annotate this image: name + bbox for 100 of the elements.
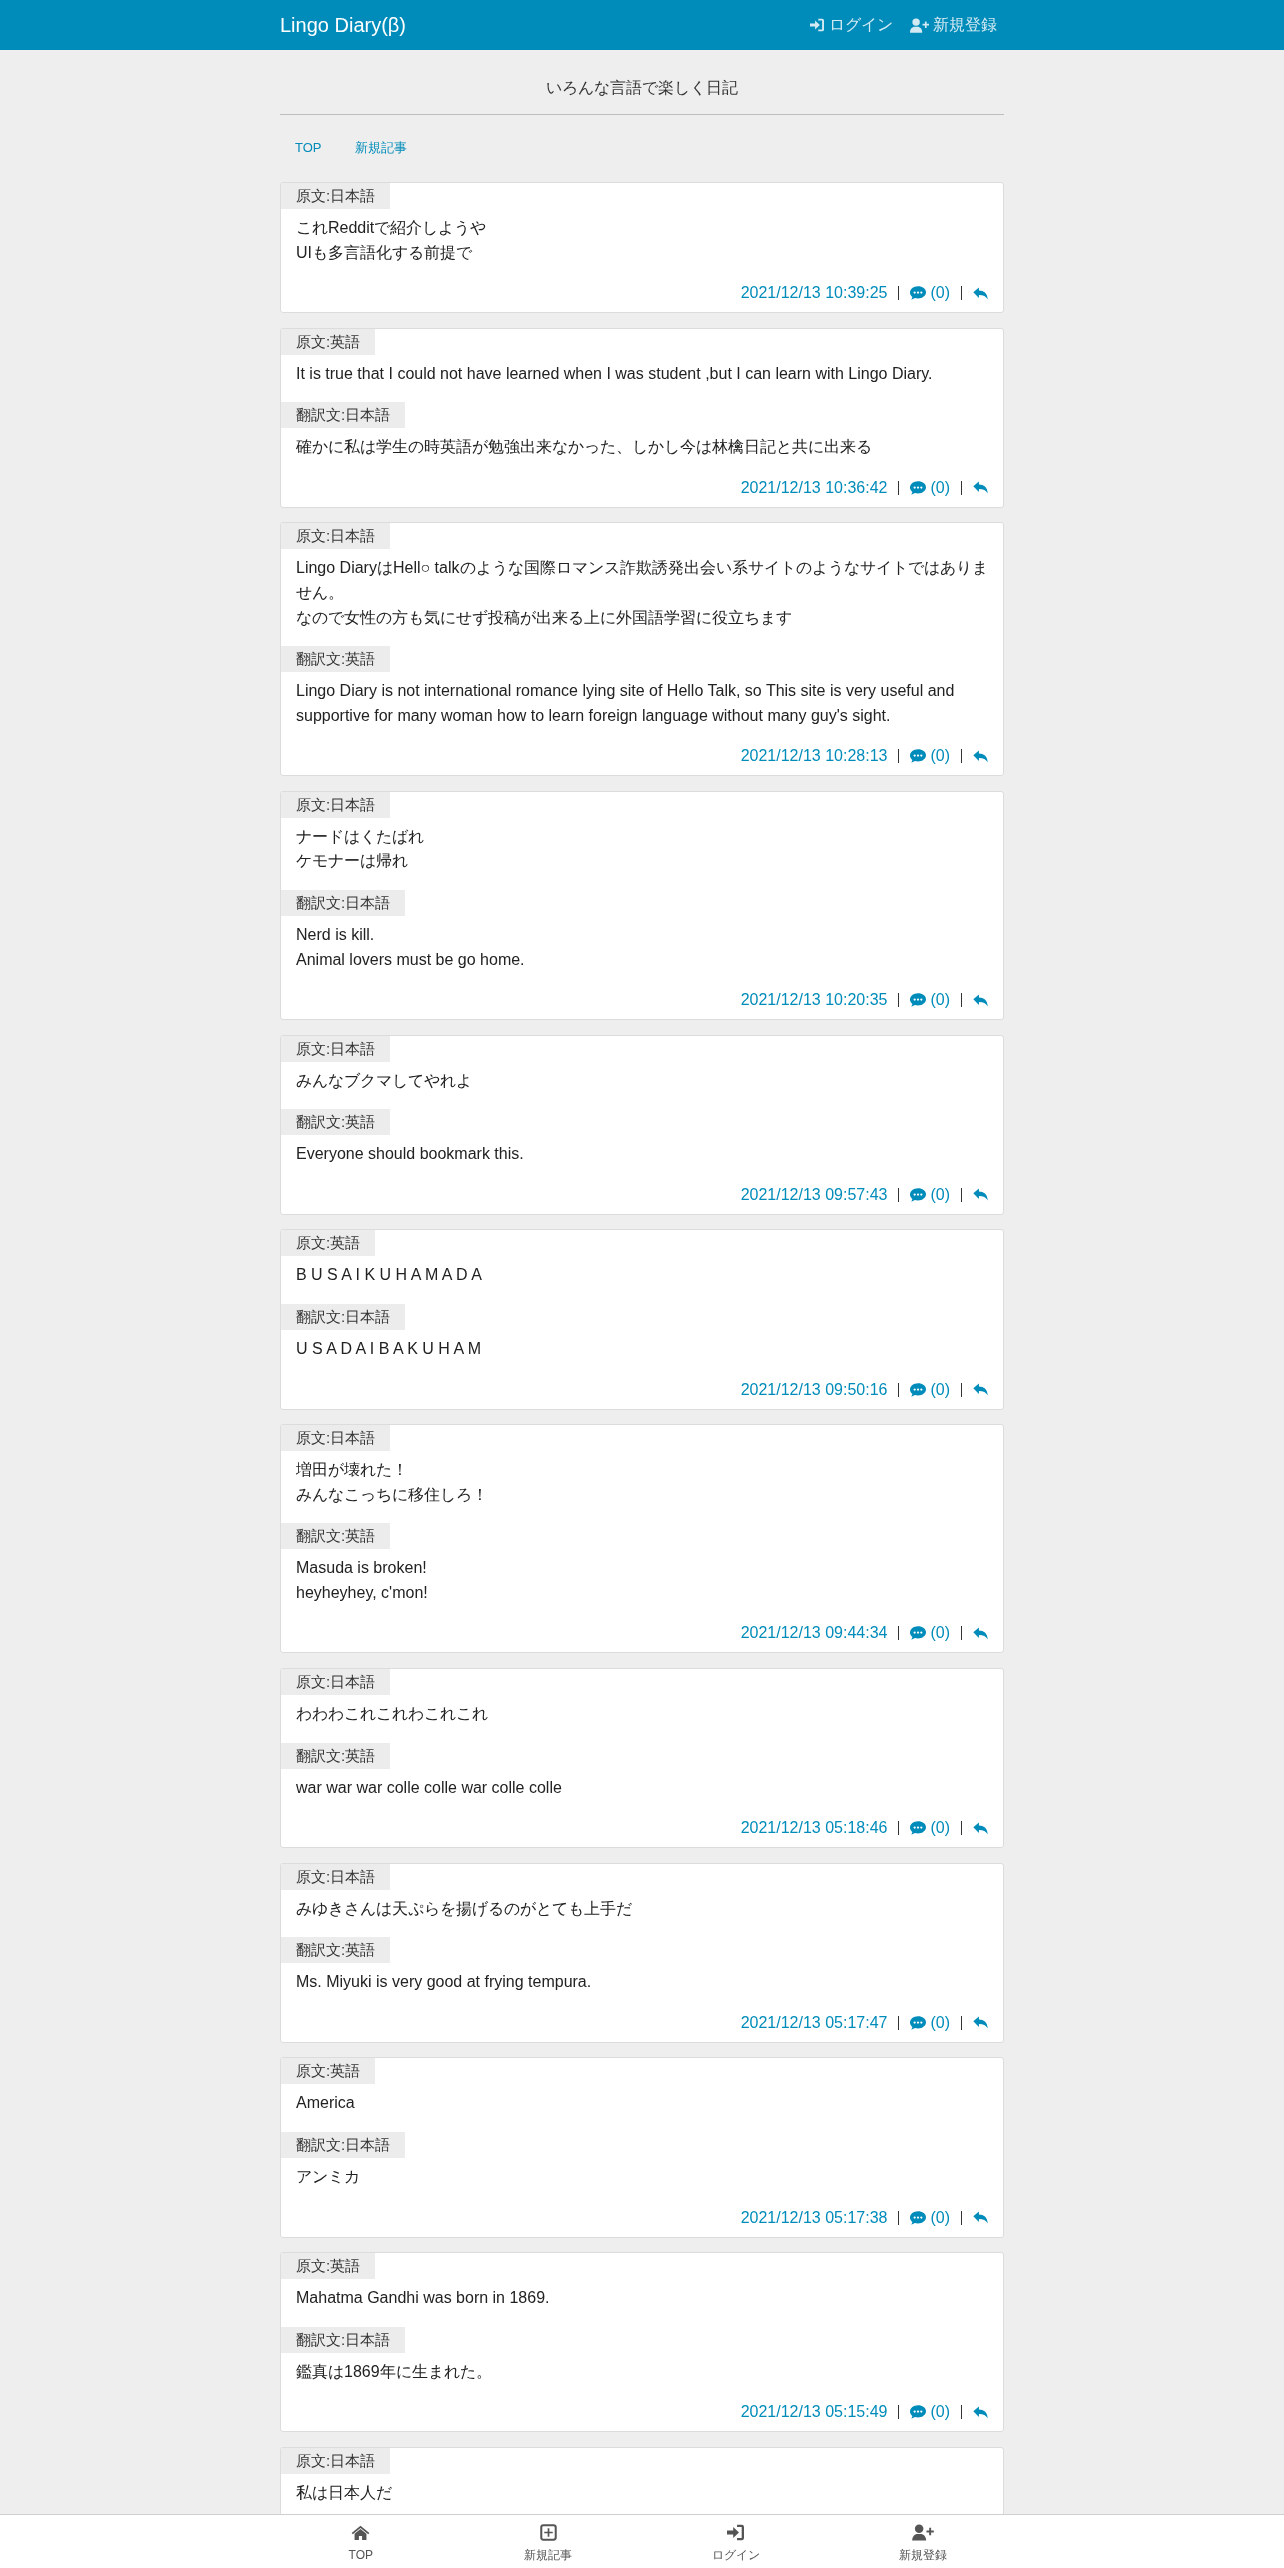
language-label: 翻訳文:日本語 [281, 2131, 406, 2158]
comments-link[interactable]: (0) [910, 991, 950, 1010]
speech-bubble-icon [910, 1821, 927, 1836]
reply-arrow-icon[interactable] [973, 749, 988, 763]
comments-link[interactable]: (0) [910, 1380, 950, 1399]
site-title[interactable]: Lingo Diary(β) [280, 13, 406, 37]
language-label: 原文:日本語 [281, 1668, 391, 1695]
speech-bubble-icon [910, 286, 927, 301]
post-text: 増田が壊れた！ [296, 1460, 408, 1481]
post-text: ケモナーは帰れ [296, 851, 408, 872]
add-user-icon [912, 2524, 935, 2541]
post-date-link[interactable]: 2021/12/13 10:36:42 [740, 478, 888, 497]
reply-arrow-icon[interactable] [973, 1821, 988, 1835]
post-text: ナードはくたばれ [296, 826, 424, 847]
post-date-link[interactable]: 2021/12/13 05:18:46 [740, 1819, 888, 1838]
login-link[interactable]: ログイン [809, 15, 893, 35]
home-icon [351, 2524, 371, 2541]
speech-bubble-icon [910, 1382, 927, 1397]
language-label: 原文:英語 [281, 328, 376, 355]
reply-arrow-icon[interactable] [973, 2016, 988, 2030]
comments-link[interactable]: (0) [910, 747, 950, 766]
reply-arrow-icon[interactable] [973, 286, 988, 300]
post-text: Lingo Diary is not international romance lying site of Hello Talk, so This site is very useful and supportive for many woman how to learn foreign language without many guy's sight. [296, 681, 956, 726]
site-tagline: いろんな言語で楽しく日記 [546, 78, 738, 98]
post-date-link[interactable]: 2021/12/13 10:39:25 [740, 284, 888, 303]
comments-link[interactable]: (0) [910, 1185, 950, 1204]
home-tab[interactable]: TOP [338, 2515, 383, 2568]
post-text: B U S A I K U H A M A D A [296, 1265, 482, 1286]
language-label: 原文:日本語 [281, 791, 391, 818]
post-text: Mahatma Gandhi was born in 1869. [296, 2288, 550, 2309]
language-label: 原文:日本語 [281, 183, 391, 209]
reply-arrow-icon[interactable] [973, 1626, 988, 1640]
post-text: わわわこれこれわこれこれ [296, 1703, 488, 1724]
language-label: 翻訳文:英語 [281, 1742, 391, 1769]
language-label: 翻訳文:日本語 [281, 1304, 406, 1330]
reply-arrow-icon[interactable] [973, 1383, 988, 1397]
reply-arrow-icon[interactable] [973, 1188, 988, 1202]
language-label: 原文:英語 [281, 2058, 376, 2085]
speech-bubble-icon [910, 2015, 927, 2030]
post-text: It is true that I could not have learned when I was student ,but I can learn with Lingo Diary. [296, 363, 933, 384]
comments-link[interactable]: (0) [910, 284, 950, 303]
language-label: 翻訳文:英語 [281, 1937, 391, 1964]
language-label: 翻訳文:英語 [281, 1109, 391, 1136]
post-text: Animal lovers must be go home. [296, 949, 525, 970]
post-date-link[interactable]: 2021/12/13 09:44:34 [740, 1624, 888, 1643]
speech-bubble-icon [910, 993, 927, 1008]
language-label: 原文:日本語 [281, 1035, 391, 1062]
post-text: 確かに私は学生の時英語が勉強出来なかった、しかし今は林檎日記と共に出来る [296, 437, 872, 458]
language-label: 翻訳文:日本語 [281, 890, 406, 917]
signup-link[interactable]: 新規登録 [910, 15, 997, 35]
post-text: war war war colle colle war colle colle [296, 1777, 562, 1798]
comments-link[interactable]: (0) [910, 2013, 950, 2032]
comments-link[interactable]: (0) [910, 1624, 950, 1643]
speech-bubble-icon [910, 1187, 927, 1202]
comments-link[interactable]: (0) [910, 478, 950, 497]
plus-square-icon [538, 2524, 558, 2541]
post-text: UIも多言語化する前提で [296, 242, 472, 263]
post-text: これRedditで紹介しようや [296, 218, 487, 238]
language-label: 原文:日本語 [281, 2447, 391, 2474]
language-label: 原文:英語 [281, 1230, 376, 1257]
post-date-link[interactable]: 2021/12/13 10:20:35 [740, 991, 888, 1010]
language-label: 原文:日本語 [281, 1863, 391, 1890]
language-label: 翻訳文:日本語 [281, 2326, 406, 2353]
login-tab[interactable]: ログイン [701, 2515, 770, 2568]
nav-link[interactable]: 新規記事 [339, 138, 422, 158]
nav-link[interactable]: TOP [280, 138, 337, 158]
post-text: Nerd is kill. [296, 925, 375, 946]
language-label: 翻訳文:英語 [281, 646, 391, 673]
post-text: みんなブクマしてやれよ [296, 1070, 472, 1091]
reply-arrow-icon[interactable] [973, 481, 988, 495]
speech-bubble-icon [910, 2405, 927, 2420]
post-text: みゆきさんは天ぷらを揚げるのがとても上手だ [296, 1898, 632, 1919]
speech-bubble-icon [910, 2210, 927, 2225]
post-date-link[interactable]: 2021/12/13 10:28:13 [740, 747, 888, 766]
post-date-link[interactable]: 2021/12/13 05:17:47 [740, 2013, 888, 2032]
post-date-link[interactable]: 2021/12/13 09:50:16 [740, 1380, 888, 1399]
post-text: America [296, 2093, 355, 2114]
comments-link[interactable]: (0) [910, 1819, 950, 1838]
post-date-link[interactable]: 2021/12/13 05:17:38 [740, 2208, 888, 2227]
signup-tab[interactable]: 新規登録 [889, 2515, 958, 2568]
post-text: Masuda is broken! [296, 1558, 427, 1579]
language-label: 翻訳文:英語 [281, 1523, 391, 1550]
post-text: Everyone should bookmark this. [296, 1144, 524, 1165]
post-text: アンミカ [296, 2166, 360, 2187]
sign-in-icon [726, 2524, 746, 2541]
language-label: 原文:日本語 [281, 523, 391, 550]
language-label: 原文:英語 [281, 2253, 376, 2280]
reply-arrow-icon[interactable] [973, 993, 988, 1007]
post-date-link[interactable]: 2021/12/13 05:15:49 [740, 2403, 888, 2422]
post-text: heyheyhey, c'mon! [296, 1582, 428, 1603]
reply-arrow-icon[interactable] [973, 2405, 988, 2419]
post-date-link[interactable]: 2021/12/13 09:57:43 [740, 1185, 888, 1204]
reply-arrow-icon[interactable] [973, 2211, 988, 2225]
comments-link[interactable]: (0) [910, 2208, 950, 2227]
speech-bubble-icon [910, 749, 927, 764]
new-post-tab[interactable]: 新規記事 [514, 2515, 583, 2568]
language-label: 原文:日本語 [281, 1425, 391, 1452]
post-text: U S A D A I B A K U H A M [296, 1339, 481, 1359]
language-label: 翻訳文:日本語 [281, 402, 406, 429]
comments-link[interactable]: (0) [910, 2403, 950, 2422]
